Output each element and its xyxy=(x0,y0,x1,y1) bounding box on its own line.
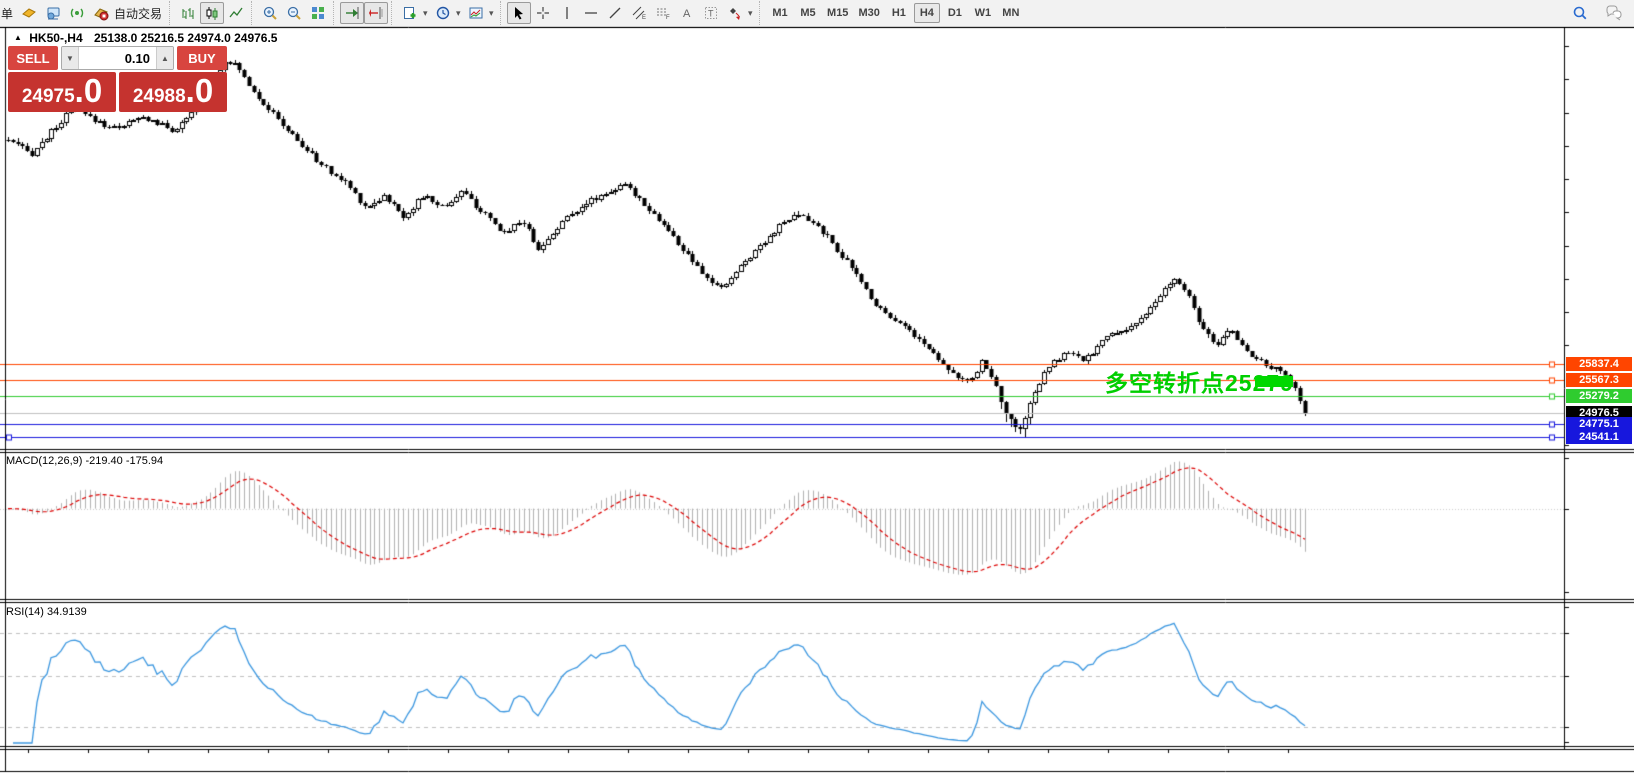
toolbar-group-main: 单 自动交易 xyxy=(0,1,169,25)
arrows-tool-icon[interactable] xyxy=(723,2,747,24)
price-chart-canvas[interactable] xyxy=(0,0,1634,774)
chart-collapse-icon[interactable]: ▲ xyxy=(14,33,22,42)
signal-icon[interactable] xyxy=(65,2,89,24)
sell-price-frac: .0 xyxy=(75,76,103,106)
bar-chart-icon[interactable] xyxy=(176,2,200,24)
rsi-value: 34.9139 xyxy=(47,606,87,618)
new-order-icon[interactable] xyxy=(17,2,41,24)
templates-caret-icon[interactable]: ▾ xyxy=(489,8,497,19)
volume-decrease-button[interactable]: ▼ xyxy=(62,47,79,69)
macd-indicator-label: MACD(12,26,9) -219.40 -175.94 xyxy=(6,455,163,467)
sell-price-main: 24975 xyxy=(22,86,75,108)
trendline-icon[interactable] xyxy=(603,2,627,24)
line-chart-icon[interactable] xyxy=(224,2,248,24)
new-chart-caret-icon[interactable]: ▾ xyxy=(423,8,431,19)
macd-values: -219.40 -175.94 xyxy=(85,455,163,467)
timeframe-M30[interactable]: M30 xyxy=(854,3,883,23)
periods-caret-icon[interactable]: ▾ xyxy=(456,8,464,19)
toolbar-group-charttype xyxy=(169,1,251,25)
toolbar-group-new: ▾ ▾ ▾ xyxy=(391,1,500,25)
price-level-chip[interactable]: 25567.3 xyxy=(1566,373,1632,387)
toolbar-group-scroll xyxy=(333,1,391,25)
svg-text:E: E xyxy=(642,15,646,21)
volume-input[interactable] xyxy=(79,47,156,69)
price-level-chip[interactable]: 25279.2 xyxy=(1566,389,1632,403)
timeframe-H4[interactable]: H4 xyxy=(914,3,940,23)
chat-icon[interactable] xyxy=(1602,2,1626,24)
search-icon[interactable] xyxy=(1568,2,1592,24)
arrows-caret-icon[interactable]: ▾ xyxy=(748,8,756,19)
one-click-trading-panel: SELL ▼ ▲ BUY 24975 .0 24988 .0 xyxy=(8,46,227,112)
timeframe-D1[interactable]: D1 xyxy=(942,3,968,23)
chart-ohlc-values: 25138.0 25216.5 24974.0 24976.5 xyxy=(94,31,278,45)
svg-text:A: A xyxy=(683,8,691,20)
rsi-indicator-label: RSI(14) 34.9139 xyxy=(6,606,87,618)
zoom-in-icon[interactable] xyxy=(258,2,282,24)
autotrading-icon[interactable] xyxy=(89,2,113,24)
svg-text:T: T xyxy=(708,9,714,19)
sell-price-button[interactable]: 24975 .0 xyxy=(8,72,116,112)
timeframe-M15[interactable]: M15 xyxy=(823,3,852,23)
buy-price-main: 24988 xyxy=(133,86,186,108)
chart-shift-icon[interactable] xyxy=(364,2,388,24)
autotrading-label[interactable]: 自动交易 xyxy=(113,5,166,22)
toolbar-group-zoom xyxy=(251,1,333,25)
chart-title: ▲ HK50-,H4 25138.0 25216.5 24974.0 24976… xyxy=(14,31,277,45)
templates-icon[interactable] xyxy=(464,2,488,24)
new-order-label[interactable]: 单 xyxy=(0,5,17,22)
tile-windows-icon[interactable] xyxy=(306,2,330,24)
fibonacci-icon[interactable]: F xyxy=(651,2,675,24)
annotation-highlight-rect[interactable] xyxy=(1255,376,1293,387)
macd-name: MACD(12,26,9) xyxy=(6,455,82,467)
text-icon[interactable]: A xyxy=(675,2,699,24)
price-level-chip[interactable]: 25837.4 xyxy=(1566,357,1632,371)
equidistant-channel-icon[interactable]: E xyxy=(627,2,651,24)
toolbar-right xyxy=(1568,2,1634,24)
price-level-chip[interactable]: 24775.1 xyxy=(1566,417,1632,431)
volume-stepper: ▼ ▲ xyxy=(61,46,174,70)
volume-increase-button[interactable]: ▲ xyxy=(156,47,173,69)
horizontal-line-icon[interactable] xyxy=(579,2,603,24)
buy-price-button[interactable]: 24988 .0 xyxy=(119,72,227,112)
sell-button[interactable]: SELL xyxy=(8,46,58,70)
buy-button[interactable]: BUY xyxy=(177,46,227,70)
timeframe-H1[interactable]: H1 xyxy=(886,3,912,23)
crosshair-icon[interactable] xyxy=(531,2,555,24)
svg-text:F: F xyxy=(666,15,670,21)
auto-scroll-icon[interactable] xyxy=(340,2,364,24)
price-level-chip[interactable]: 24541.1 xyxy=(1566,430,1632,444)
timeframe-M5[interactable]: M5 xyxy=(795,3,821,23)
buy-price-frac: .0 xyxy=(186,76,214,106)
periods-icon[interactable] xyxy=(431,2,455,24)
timeframe-MN[interactable]: MN xyxy=(998,3,1024,23)
cursor-icon[interactable] xyxy=(507,2,531,24)
market-watch-icon[interactable] xyxy=(41,2,65,24)
rsi-name: RSI(14) xyxy=(6,606,44,618)
toolbar: 单 自动交易 xyxy=(0,0,1634,27)
new-chart-icon[interactable] xyxy=(398,2,422,24)
vertical-line-icon[interactable] xyxy=(555,2,579,24)
zoom-out-icon[interactable] xyxy=(282,2,306,24)
timeframe-M1[interactable]: M1 xyxy=(767,3,793,23)
timeframe-W1[interactable]: W1 xyxy=(970,3,996,23)
toolbar-group-timeframes: M1M5M15M30H1H4D1W1MN xyxy=(759,1,1028,25)
text-label-icon[interactable]: T xyxy=(699,2,723,24)
toolbar-group-objects: E F A T ▾ xyxy=(500,1,759,25)
chart-symbol-label: HK50-,H4 xyxy=(29,31,82,45)
candlestick-chart-icon[interactable] xyxy=(200,2,224,24)
